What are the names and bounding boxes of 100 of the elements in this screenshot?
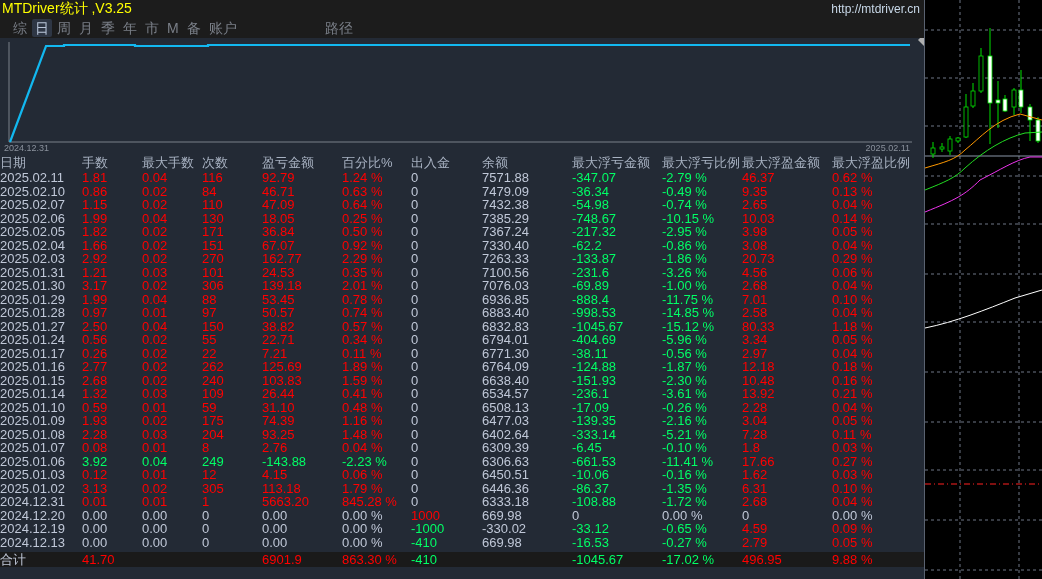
tab[interactable]: 备 (183, 19, 204, 37)
table-cell-text: 1.48 % (342, 427, 384, 441)
column-header: 次数 (202, 154, 229, 171)
table-cell-text: -661.53 (572, 454, 618, 468)
table-cell-text: 1.32 (82, 387, 109, 401)
table-cell-text: 0.35 % (342, 265, 384, 279)
table-cell-text: 0.10 % (832, 292, 874, 306)
table-cell-text: 10.48 (742, 373, 776, 387)
candle (947, 135, 953, 156)
tab[interactable]: 周 (54, 19, 74, 37)
table-cell-text: 0.04 % (832, 238, 874, 252)
table-cell-text: 24.53 (262, 265, 296, 279)
table-cell-text: 0.03 (142, 265, 169, 279)
table-cell-text: 0.02 (142, 373, 169, 387)
table-cell-text: -347.07 (572, 171, 618, 185)
table-cell-text: 22 (202, 346, 218, 360)
table-cell-text: 2.50 (82, 319, 109, 333)
table-cell-text: 1.82 (82, 225, 109, 239)
tab[interactable]: M (164, 19, 182, 37)
tab[interactable]: 综 (10, 19, 30, 37)
table-cell-text: 53.45 (262, 292, 296, 306)
table-cell-text: 110 (202, 198, 224, 212)
table-cell-text: 249 (202, 454, 225, 468)
corner-marker-icon (918, 38, 924, 46)
table-cell-text: 103.83 (262, 373, 303, 387)
tab[interactable]: 市 (142, 19, 162, 37)
table-cell-text: 0.00 (82, 522, 109, 536)
table-cell-text: 0.04 % (832, 346, 874, 360)
table-cell-text: 0.00 (142, 508, 169, 522)
table-cell-text: 0.86 (82, 184, 109, 198)
table-cell-text: 0.00 (262, 508, 289, 522)
table-cell-text: -410 (411, 552, 439, 567)
table-cell-text: 0 (411, 198, 420, 212)
table-cell-text: -69.89 (572, 279, 610, 293)
tab[interactable]: 年 (120, 19, 140, 37)
column-header: 盈亏金额 (262, 154, 315, 171)
table-cell-text: 7100.56 (482, 265, 530, 279)
table-cell-text: 4.56 (742, 265, 769, 279)
table-cell-text: 0.09 % (832, 522, 874, 536)
table-cell-text: 7479.09 (482, 184, 530, 198)
table-cell-text: -330.02 (482, 522, 528, 536)
table-cell-text: 0.02 (142, 481, 169, 495)
table-cell-text: 0.04 (142, 171, 169, 185)
table-cell-text: -15.12 % (662, 319, 716, 333)
table-cell-text: 2024.12.13 (0, 535, 67, 549)
table-cell-text: 0.48 % (342, 400, 384, 414)
table-cell-text: 59 (202, 400, 218, 414)
table-cell-text: 0.03 % (832, 468, 874, 482)
table-cell-text: 2025.01.16 (0, 360, 67, 374)
table-cell-text: 305 (202, 481, 225, 495)
table-cell-text: 2.65 (742, 198, 769, 212)
table-cell-text: 0.74 % (342, 306, 384, 320)
table-cell-text: 3.34 (742, 333, 769, 347)
table-cell-text: 0.05 % (832, 414, 874, 428)
table-cell-text: 2025.01.09 (0, 414, 67, 428)
tab[interactable]: 季 (98, 19, 118, 37)
table-cell-text: 0.63 % (342, 184, 384, 198)
table-cell-text: 162.77 (262, 252, 303, 266)
table-cell-text: 863.30 % (342, 552, 398, 567)
table-cell-text: 3.13 (82, 481, 109, 495)
table-cell-text: -2.23 % (342, 454, 388, 468)
column-header: 最大浮亏比例 (662, 154, 741, 171)
table-cell-text: 0.03 % (832, 441, 874, 455)
table-cell-text: -0.65 % (662, 522, 708, 536)
table-cell-text: 1.89 % (342, 360, 384, 374)
table-cell-text: 7571.88 (482, 171, 530, 185)
column-header: 最大浮亏金额 (572, 154, 651, 171)
tab[interactable]: 月 (76, 19, 96, 37)
table-cell-text: 92.79 (262, 171, 296, 185)
table-cell-text: 2025.01.30 (0, 279, 67, 293)
table-cell-text: 3.17 (82, 279, 109, 293)
table-cell-text: -404.69 (572, 333, 618, 347)
table-cell-text: 0 (411, 373, 420, 387)
table-cell-text: 204 (202, 427, 225, 441)
table-cell-text: 6309.39 (482, 441, 530, 455)
app-title: MTDriver统计 ,V3.25 (2, 0, 132, 18)
table-cell-text: 2025.02.11 (0, 171, 66, 185)
table-cell-text: -1.72 % (662, 495, 708, 509)
table-cell-text: 2.92 (82, 252, 109, 266)
table-cell-text: 6477.03 (482, 414, 530, 428)
table-cell-text: 6534.57 (482, 387, 530, 401)
column-header: 余额 (482, 154, 509, 171)
tab[interactable]: 日 (32, 19, 52, 37)
table-cell-text: -1.00 % (662, 279, 708, 293)
table-cell-text: 7385.29 (482, 211, 530, 225)
table-cell-text: -17.02 % (662, 552, 716, 567)
column-header: 出入金 (411, 154, 451, 171)
url-link[interactable]: http://mtdriver.cn (831, 2, 920, 16)
table-cell-text: 6508.13 (482, 400, 530, 414)
table-cell-text: 0.01 (142, 400, 169, 414)
path-button[interactable]: 路径 (321, 19, 356, 37)
table-cell-text: 0.04 % (342, 441, 384, 455)
table-cell-text: -333.14 (572, 427, 618, 441)
table-cell-text: 55 (202, 333, 218, 347)
table-cell-text: -0.26 % (662, 400, 708, 414)
table-cell-text: 0.13 % (832, 184, 874, 198)
tab[interactable]: 账户 (205, 19, 240, 37)
table-cell-text: 2025.01.03 (0, 468, 67, 482)
table-cell-text: -108.88 (572, 495, 618, 509)
candle (930, 141, 936, 159)
